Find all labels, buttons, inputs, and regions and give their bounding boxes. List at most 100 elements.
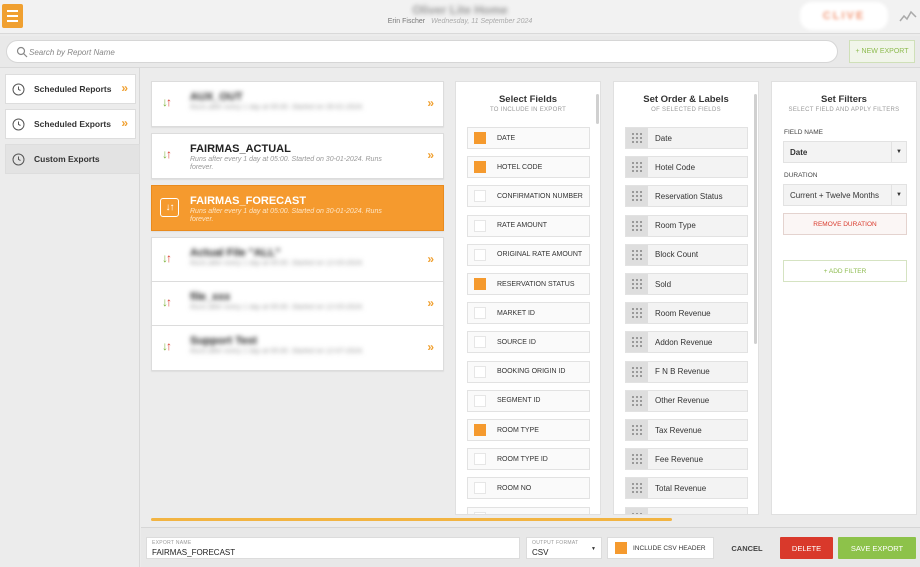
export-name-field[interactable]: EXPORT NAME FAIRMAS_FORECAST [146, 537, 520, 559]
drag-handle-icon[interactable] [626, 449, 648, 470]
left-nav [0, 68, 140, 567]
checkbox-unchecked-icon[interactable] [474, 219, 486, 232]
include-csv-header-checkbox[interactable]: INCLUDE CSV HEADER [607, 537, 714, 559]
field-checkbox-row[interactable]: ROOM TYPE [467, 419, 590, 441]
export-schedule: Runs after every 1 day at 05:00. Started… [190, 348, 364, 355]
field-checkbox-row[interactable]: RATE AMOUNT [467, 214, 590, 237]
checkbox-checked-icon[interactable] [474, 424, 486, 436]
field-label: ROOM NO [497, 484, 532, 492]
export-name: Actual File "ALL" [190, 247, 281, 259]
export-card[interactable]: ↓↑ file_xxx Runs after every 1 day at 05… [151, 281, 444, 327]
checkbox-unchecked-icon[interactable] [474, 394, 486, 407]
order-row[interactable]: Hotel Code [625, 156, 748, 179]
chevron-right-icon: » [427, 96, 434, 110]
drag-handle-icon[interactable] [626, 157, 648, 178]
checkbox-unchecked-icon[interactable] [474, 190, 486, 203]
drag-handle-icon[interactable] [626, 332, 648, 353]
field-checkbox-row[interactable]: CONFIRMATION NUMBER [467, 185, 590, 208]
drag-handle-icon[interactable] [626, 244, 648, 265]
sort-arrows-icon: ↓↑ [162, 95, 172, 109]
field-checkbox-row[interactable]: BOOKING ORIGIN ID [467, 360, 590, 383]
order-row[interactable]: Reservation Status [625, 185, 748, 208]
checkbox-checked-icon[interactable] [474, 132, 486, 144]
output-format-select[interactable]: OUTPUT FORMAT CSV ▼ [526, 537, 602, 559]
field-checkbox-row[interactable]: ROOM TYPE ID [467, 448, 590, 471]
field-checkbox-row[interactable]: ROOM NO [467, 477, 590, 500]
search-icon [16, 46, 28, 58]
checkbox-unchecked-icon[interactable] [474, 453, 486, 466]
new-export-button[interactable]: + NEW EXPORT [849, 40, 915, 63]
order-row[interactable]: Tax Revenue [625, 419, 748, 441]
drag-handle-icon[interactable] [626, 274, 648, 294]
search-box [6, 40, 838, 63]
field-checkbox-row[interactable]: ROOM ID [467, 506, 590, 514]
export-card[interactable]: ↓↑ FAIRMAS_ACTUAL Runs after every 1 day… [151, 133, 444, 179]
order-row[interactable]: F N B Revenue [625, 360, 748, 383]
field-label: HOTEL CODE [497, 163, 543, 171]
field-checkbox-row[interactable]: HOTEL CODE [467, 156, 590, 179]
duration-value: Current + Twelve Months [790, 190, 880, 200]
drag-handle-icon[interactable] [626, 128, 648, 148]
scrollbar[interactable] [754, 94, 757, 344]
order-row[interactable]: Room Type [625, 214, 748, 237]
drag-handle-icon[interactable] [626, 186, 648, 207]
field-checkbox-row[interactable]: SOURCE ID [467, 331, 590, 354]
export-card[interactable]: ↓↑ Actual File "ALL" Runs after every 1 … [151, 237, 444, 283]
checkbox-checked-icon[interactable] [474, 278, 486, 290]
order-row[interactable]: Sold [625, 273, 748, 295]
order-row[interactable]: Other Revenue [625, 389, 748, 412]
order-row[interactable]: Arrival Room Count [625, 506, 748, 514]
duration-select[interactable]: Current + Twelve Months ▼ [783, 184, 907, 206]
remove-duration-button[interactable]: REMOVE DURATION [783, 213, 907, 235]
scrollbar[interactable] [596, 94, 599, 124]
field-name-select[interactable]: Date ▼ [783, 141, 907, 163]
checkbox-unchecked-icon[interactable] [474, 307, 486, 320]
sort-arrows-icon: ↓↑ [162, 295, 172, 309]
export-card[interactable]: ↓↑ Support Test Runs after every 1 day a… [151, 325, 444, 371]
order-label: Room Revenue [655, 308, 711, 318]
add-filter-button[interactable]: + ADD FILTER [783, 260, 907, 282]
field-checkbox-row[interactable]: RESERVATION STATUS [467, 273, 590, 295]
checkbox-unchecked-icon[interactable] [474, 365, 486, 378]
drag-handle-icon[interactable] [626, 303, 648, 324]
export-card[interactable]: ↓↑ AUX_OUT Runs after every 1 day at 05:… [151, 81, 444, 127]
cancel-button[interactable]: CANCEL [725, 537, 769, 559]
export-card-selected[interactable]: ↓↑ FAIRMAS_FORECAST Runs after every 1 d… [151, 185, 444, 231]
checkbox-checked-icon[interactable] [474, 161, 486, 174]
export-schedule: Runs after every 1 day at 05:00. Started… [190, 260, 364, 267]
save-export-button[interactable]: SAVE EXPORT [838, 537, 916, 559]
drag-handle-icon[interactable] [626, 390, 648, 411]
nav-label: Custom Exports [34, 154, 100, 164]
order-label: Room Type [655, 221, 696, 231]
order-row[interactable]: Fee Revenue [625, 448, 748, 471]
field-checkbox-row[interactable]: DATE [467, 127, 590, 149]
nav-scheduled-exports[interactable]: Scheduled Exports » [5, 109, 136, 139]
order-row[interactable]: Room Revenue [625, 302, 748, 325]
nav-scheduled-reports[interactable]: Scheduled Reports » [5, 74, 136, 104]
checkbox-unchecked-icon[interactable] [474, 482, 486, 495]
drag-handle-icon[interactable] [626, 507, 648, 514]
nav-custom-exports[interactable]: Custom Exports [5, 144, 140, 174]
checkbox-unchecked-icon[interactable] [474, 511, 486, 514]
order-row[interactable]: Addon Revenue [625, 331, 748, 354]
order-row[interactable]: Total Revenue [625, 477, 748, 500]
delete-button[interactable]: DELETE [780, 537, 833, 559]
activity-chart-icon[interactable] [899, 8, 917, 24]
search-input[interactable] [29, 44, 809, 60]
chevron-right-icon: » [427, 148, 434, 162]
export-name: AUX_OUT [190, 91, 243, 103]
field-checkbox-row[interactable]: MARKET ID [467, 302, 590, 325]
drag-handle-icon[interactable] [626, 361, 648, 382]
drag-handle-icon[interactable] [626, 478, 648, 499]
csv-header-label: INCLUDE CSV HEADER [633, 544, 706, 552]
field-checkbox-row[interactable]: ORIGINAL RATE AMOUNT [467, 243, 590, 266]
checkbox-unchecked-icon[interactable] [474, 248, 486, 261]
horizontal-scrollbar[interactable] [151, 518, 672, 521]
drag-handle-icon[interactable] [626, 420, 648, 440]
user-date-line: Erin Fischer Wednesday, 11 September 2024 [0, 18, 920, 25]
order-row[interactable]: Date [625, 127, 748, 149]
order-row[interactable]: Block Count [625, 243, 748, 266]
checkbox-unchecked-icon[interactable] [474, 336, 486, 349]
drag-handle-icon[interactable] [626, 215, 648, 236]
field-checkbox-row[interactable]: SEGMENT ID [467, 389, 590, 412]
